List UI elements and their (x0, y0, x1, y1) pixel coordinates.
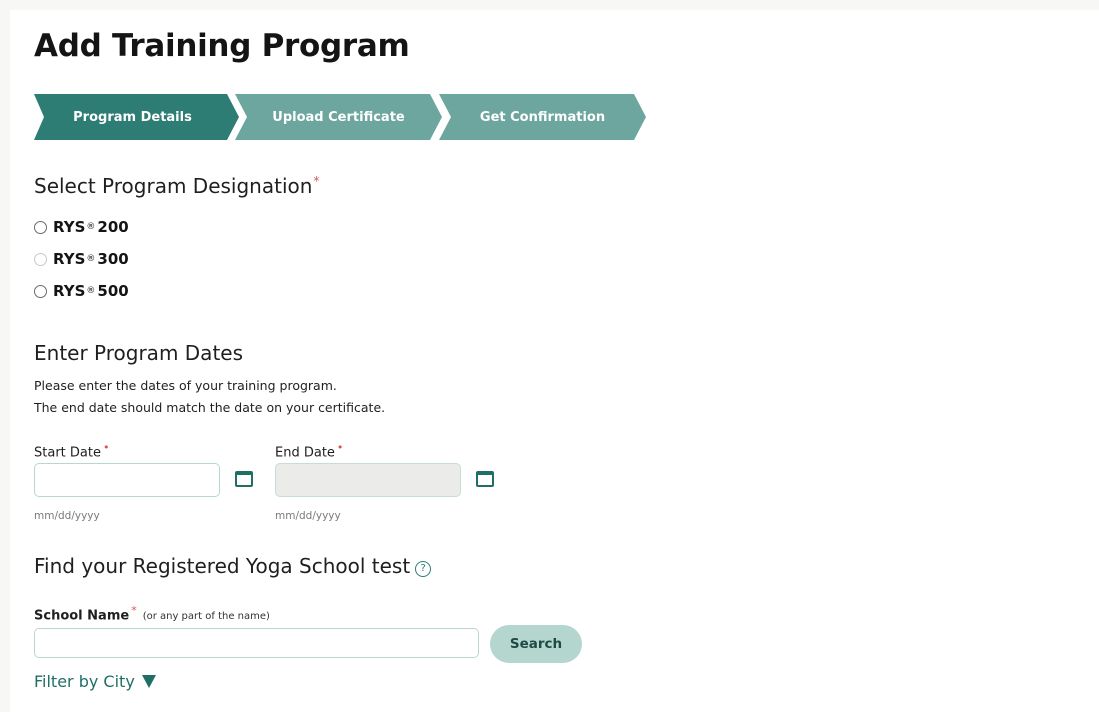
calendar-icon[interactable] (235, 471, 253, 487)
end-date-label: End Date • (275, 441, 344, 461)
radio-button[interactable] (34, 284, 47, 298)
dates-helper-line-2: The end date should match the date on yo… (34, 400, 386, 415)
radio-option-rys-300[interactable]: RYS ® 300 (34, 250, 129, 268)
step-get-confirmation[interactable]: Get Confirmation (439, 94, 646, 140)
triangle-down-icon (141, 675, 156, 688)
radio-option-rys-200[interactable]: RYS ® 200 (34, 218, 129, 236)
end-date-format-hint: mm/dd/yyyy (275, 510, 341, 522)
dates-helper-line-1: Please enter the dates of your training … (34, 378, 337, 393)
page-title: Add Training Program (34, 28, 410, 64)
end-date-input[interactable] (275, 463, 461, 497)
question-circle-icon[interactable]: ? (415, 560, 432, 577)
search-button[interactable]: Search (490, 625, 582, 663)
school-section-title: Find your Registered Yoga School test? (34, 554, 432, 578)
radio-option-rys-500[interactable]: RYS ® 500 (34, 282, 129, 300)
required-marker: * (131, 604, 137, 617)
form-card: Add Training Program Program Details Upl… (10, 10, 1099, 712)
school-name-hint: (or any part of the name) (142, 611, 270, 623)
start-date-format-hint: mm/dd/yyyy (34, 510, 100, 522)
designation-section-title: Select Program Designation* (34, 174, 320, 198)
calendar-icon[interactable] (476, 471, 494, 487)
start-date-input[interactable] (34, 463, 220, 497)
progress-stepper: Program Details Upload Certificate Get C… (34, 94, 654, 140)
step-program-details[interactable]: Program Details (34, 94, 239, 140)
filter-by-city-toggle[interactable]: Filter by City (34, 672, 156, 691)
school-name-input[interactable] (34, 628, 479, 658)
dates-section-title: Enter Program Dates (34, 341, 244, 365)
school-name-label: School Name * (or any part of the name) (34, 604, 270, 624)
step-label: Program Details (73, 109, 192, 125)
radio-button[interactable] (34, 220, 47, 234)
step-upload-certificate[interactable]: Upload Certificate (235, 94, 442, 140)
step-label: Get Confirmation (479, 109, 606, 125)
required-marker: * (313, 174, 320, 189)
required-marker: • (336, 441, 344, 454)
step-label: Upload Certificate (272, 109, 405, 125)
start-date-label: Start Date • (34, 441, 110, 461)
radio-button[interactable] (34, 252, 47, 266)
required-marker: • (102, 441, 110, 454)
